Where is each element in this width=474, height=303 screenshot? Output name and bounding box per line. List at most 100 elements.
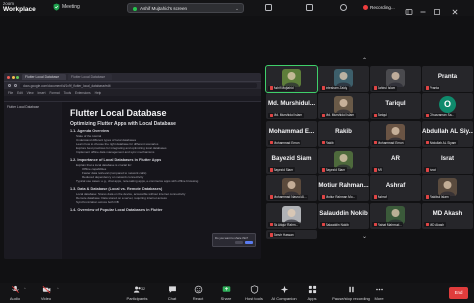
mic-muted-icon — [269, 168, 273, 172]
participant-tile[interactable]: Jahirul Islam — [370, 66, 421, 92]
participant-tile[interactable]: Sk Atiqur Rahm... — [266, 202, 317, 229]
participant-tile[interactable]: Bayezid Siam Bayezid Siam — [266, 147, 317, 174]
browser-tab[interactable]: Flutter Local Database — [22, 74, 66, 80]
doc-bullet: Synchronization across both DB — [76, 200, 119, 204]
docs-menu-file[interactable]: File — [8, 91, 13, 95]
share-button[interactable]: Share — [211, 285, 241, 302]
participant-tile[interactable]: Tariqul Tariqul — [370, 93, 421, 120]
participant-name: Bayezid Siam — [325, 167, 346, 172]
react-button[interactable]: React — [183, 285, 213, 302]
gallery-next-icon[interactable]: ⌄ — [362, 233, 367, 240]
shield-icon[interactable] — [53, 3, 60, 11]
close-icon[interactable] — [451, 3, 459, 15]
popup-cancel-button[interactable] — [235, 241, 243, 244]
participant-tile[interactable]: Abdullah AL Siy... Abdullah AL Siyam — [422, 120, 473, 147]
participant-tile[interactable]: Md. Murshidul... Md. Murshidul Islam — [266, 93, 317, 120]
recording-indicator[interactable]: Recording... — [363, 3, 395, 12]
screen-share-indicator[interactable]: Ashif Mujtahid's screen ⌄ — [127, 3, 244, 13]
apps-grid-icon — [308, 285, 316, 294]
participant-tile[interactable]: Md. Murshidul Islam — [318, 93, 369, 120]
mic-muted-icon — [425, 113, 429, 118]
meeting-title[interactable]: Meeting — [62, 4, 80, 10]
docs-menu-format[interactable]: Format — [49, 91, 59, 95]
participant-display-name: Israt — [440, 154, 455, 162]
participant-tile[interactable]: Salauddin Nokib Salauddin Nokib — [318, 202, 369, 229]
docs-menu-view[interactable]: View — [27, 91, 34, 95]
participants-count: 32 — [141, 287, 145, 291]
share-screen-icon — [222, 286, 230, 292]
view-options-icon[interactable] — [405, 3, 413, 15]
browser-tab[interactable]: Flutter Local Database — [68, 74, 112, 80]
mic-muted-icon — [269, 222, 273, 227]
mic-muted-icon — [425, 168, 429, 172]
settings-icon[interactable] — [340, 4, 347, 11]
participant-tile[interactable]: Mohammad Nasrul Al... — [266, 175, 317, 202]
docs-menu-help[interactable]: Help — [95, 91, 102, 95]
participant-display-name: Pranta — [437, 73, 458, 80]
gallery-prev-icon[interactable]: ⌃ — [362, 57, 367, 64]
end-meeting-button[interactable]: End — [449, 287, 468, 299]
participant-display-name: Abdullah AL Siy... — [422, 127, 473, 135]
fullscreen-icon[interactable] — [265, 4, 272, 11]
shared-screen[interactable]: Flutter Local Database Flutter Local Dat… — [4, 73, 261, 259]
window-minimize-dot-icon — [11, 75, 15, 79]
mic-muted-icon — [373, 195, 377, 199]
apps-button[interactable]: Apps — [297, 285, 327, 302]
participant-tile[interactable]: Pranta Pranta — [422, 66, 473, 92]
audio-options-caret-icon[interactable]: ^ — [24, 287, 26, 291]
participant-display-name: Tariqul — [385, 100, 406, 108]
participant-tile[interactable]: Mohammad E... Mohammad Emon — [266, 120, 317, 147]
participant-tile[interactable]: AR AR — [370, 147, 421, 174]
popup-confirm-button[interactable] — [245, 241, 253, 244]
docs-menu-edit[interactable]: Edit — [17, 91, 23, 95]
participant-tile[interactable]: Intesham Zaidy — [318, 66, 369, 92]
more-button[interactable]: More — [364, 285, 394, 302]
participant-video — [334, 69, 353, 87]
participant-tile[interactable]: O Ohuzzaman Sa... — [422, 93, 473, 120]
end-label: End — [454, 290, 463, 295]
participant-display-name: Bayezid Siam — [271, 154, 312, 162]
ai-companion-label: AI Companion — [271, 295, 297, 301]
participant-tile[interactable]: Rakib Rakib — [318, 120, 369, 147]
minimize-icon[interactable] — [419, 3, 427, 13]
participants-label: Participants — [126, 295, 148, 301]
share-prompt-popup[interactable]: Do you want to share this? — [212, 233, 256, 247]
participant-tile[interactable]: Tanvir Hassan — [266, 229, 317, 239]
participant-display-name: Md. Murshidul... — [267, 100, 316, 108]
participant-tile[interactable]: Ashraf Ashraf — [370, 175, 421, 202]
participant-tile[interactable]: Motiur Rahman... Motiur Rahman Mo... — [318, 175, 369, 202]
docs-menu-extensions[interactable]: Extensions — [75, 91, 91, 95]
ai-companion-button[interactable]: AI Companion — [269, 285, 299, 302]
browser-url[interactable]: docs.google.com/document/d/1x9f_flutter_… — [20, 83, 257, 88]
maximize-icon[interactable] — [433, 3, 441, 15]
participant-tile[interactable]: Mohammad Emon — [370, 120, 421, 147]
participant-name: Bayezid Siam — [273, 167, 294, 172]
participants-button[interactable]: Participants — [122, 285, 152, 302]
participant-name-tag: Bayezid Siam — [320, 167, 347, 173]
chat-icon — [168, 286, 176, 293]
outline-item[interactable]: Flutter Local Database — [7, 105, 57, 110]
participant-name: Mohammad Nasrul Al... — [273, 195, 307, 200]
video-options-caret-icon[interactable]: ^ — [57, 287, 59, 291]
participant-tile[interactable]: Bayezid Siam — [318, 147, 369, 174]
docs-menu-tools[interactable]: Tools — [64, 91, 71, 95]
forward-icon[interactable] — [14, 84, 17, 87]
host-tools-button[interactable]: Host tools — [239, 285, 269, 302]
participant-tile[interactable]: Ashif Mujtahid — [265, 65, 318, 93]
docs-menu-insert[interactable]: Insert — [38, 91, 46, 95]
participant-name-tag: Salauddin Nokib — [320, 222, 351, 227]
participant-tile[interactable]: Rakibul Islam — [422, 175, 473, 202]
shield-info-icon[interactable] — [306, 4, 313, 11]
participant-name-tag: Israt — [424, 167, 438, 173]
participant-tile[interactable]: Rahat Mahmud... — [370, 202, 421, 229]
participant-tile[interactable]: MD Akash MD Akash — [422, 202, 473, 229]
participant-tile[interactable]: Israt Israt — [422, 147, 473, 174]
top-view-controls — [265, 4, 272, 12]
mic-muted-icon — [269, 195, 273, 199]
participant-name-tag: Bayezid Siam — [268, 167, 295, 173]
back-icon[interactable] — [8, 84, 11, 87]
participant-name: Jahirul Islam — [377, 86, 396, 90]
participant-display-name: Mohammad E... — [268, 127, 315, 135]
participant-name-tag: Rakibul Islam — [424, 194, 451, 200]
screen-share-label: Ashif Mujtahid's screen — [140, 6, 188, 12]
